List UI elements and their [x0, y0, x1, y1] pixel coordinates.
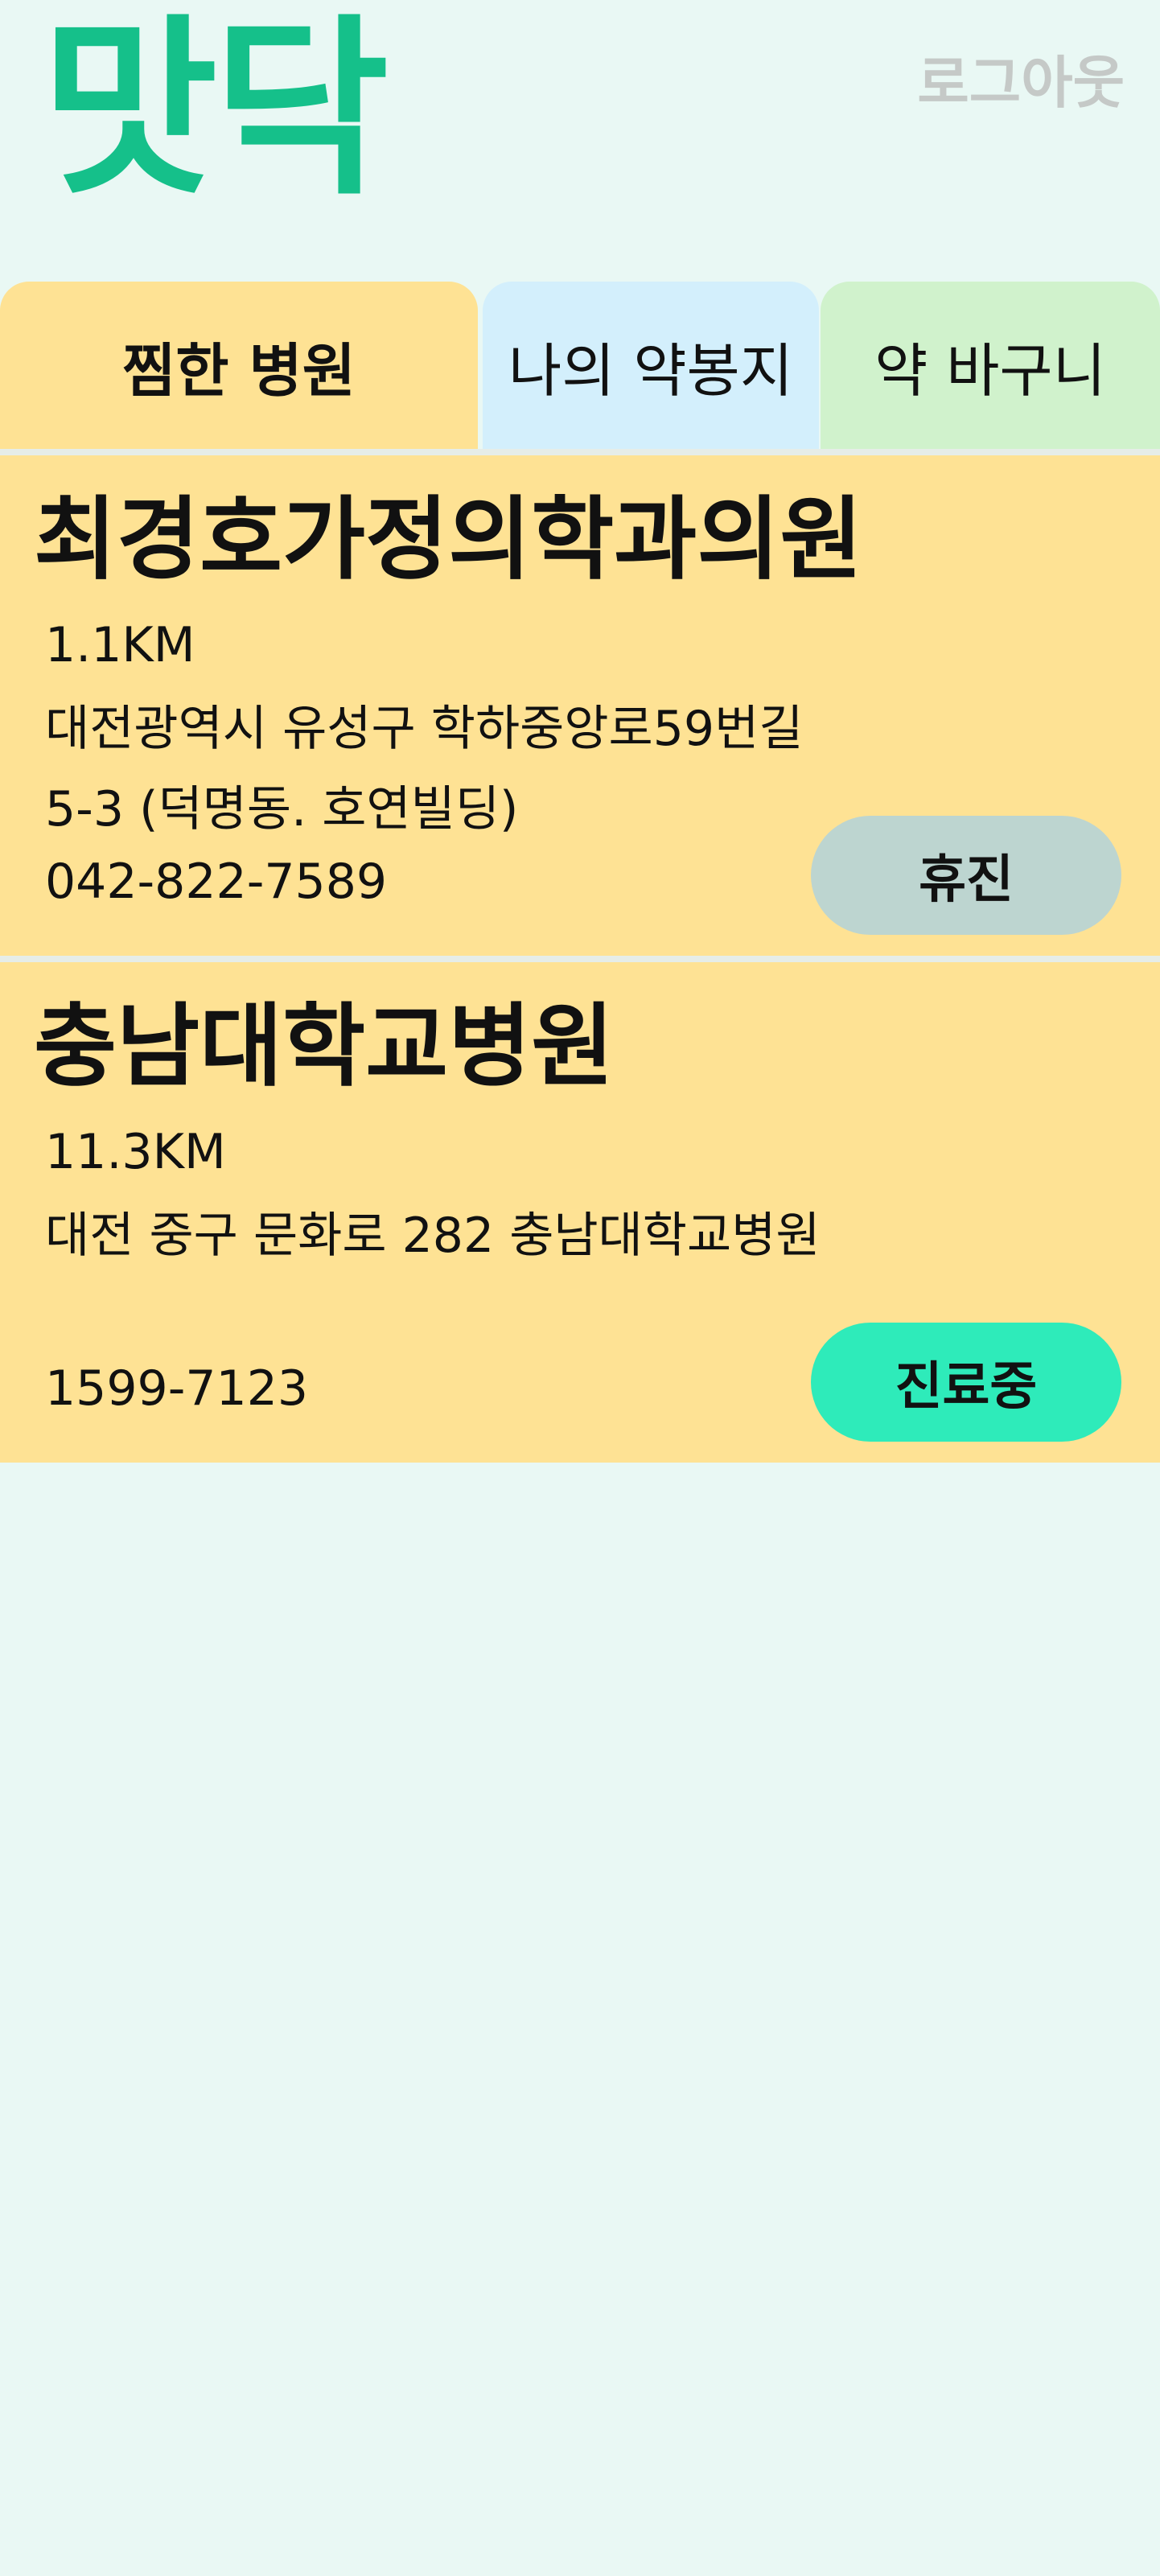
tab-medicine-basket[interactable]: 약 바구니: [821, 282, 1160, 449]
app-logo: 맛닥: [42, 0, 389, 221]
status-closed-button[interactable]: 휴진: [811, 816, 1121, 935]
divider: [0, 449, 1160, 455]
tab-my-pill-bag[interactable]: 나의 약봉지: [483, 282, 819, 449]
status-open-button[interactable]: 진료중: [811, 1323, 1121, 1442]
tab-bar: 찜한 병원 나의 약봉지 약 바구니: [0, 282, 1160, 449]
logout-button[interactable]: 로그아웃: [917, 55, 1125, 111]
hospital-card[interactable]: 충남대학교병원 11.3KM 대전 중구 문화로 282 충남대학교병원 159…: [0, 962, 1160, 1463]
hospital-address: 대전 중구 문화로 282 충남대학교병원: [45, 1208, 821, 1264]
hospital-name: 최경호가정의학과의원: [34, 488, 863, 592]
hospital-name: 충남대학교병원: [34, 994, 615, 1099]
app-header: 맛닥 로그아웃: [0, 0, 1160, 282]
divider: [0, 956, 1160, 962]
hospital-address: 대전광역시 유성구 학하중앙로59번길 5-3 (덕명동. 호연빌딩): [45, 701, 804, 837]
tab-favorite-hospitals[interactable]: 찜한 병원: [0, 282, 478, 449]
hospital-distance: 1.1KM: [45, 617, 195, 673]
hospital-card[interactable]: 최경호가정의학과의원 1.1KM 대전광역시 유성구 학하중앙로59번길 5-3…: [0, 455, 1160, 956]
hospital-phone: 1599-7123: [45, 1360, 309, 1417]
hospital-distance: 11.3KM: [45, 1124, 226, 1180]
hospital-phone: 042-822-7589: [45, 854, 388, 910]
